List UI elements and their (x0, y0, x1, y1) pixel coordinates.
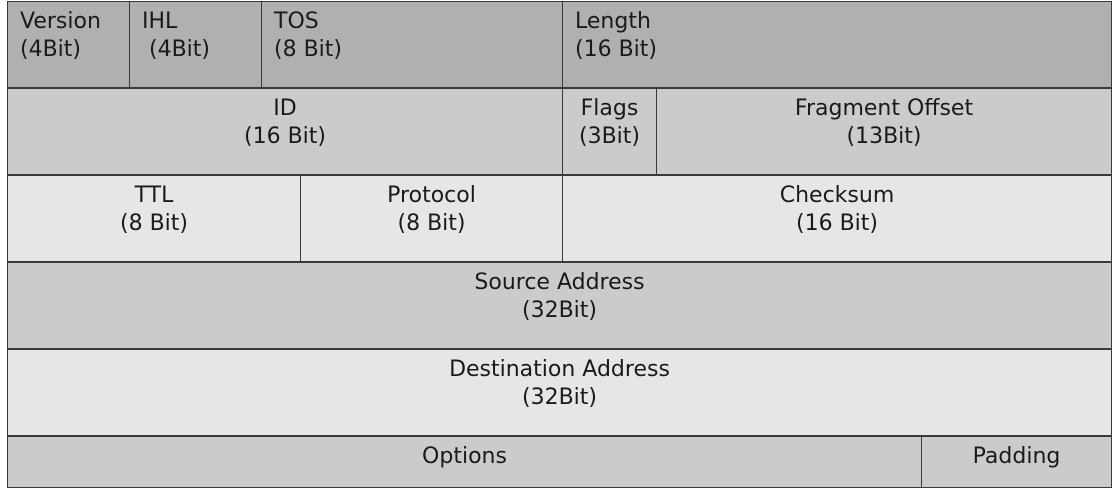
protocol-field: Protocol (8 Bit) (300, 175, 563, 262)
field-size: (32Bit) (522, 385, 597, 410)
options-field: Options (7, 436, 922, 488)
field-name: Destination Address (449, 357, 670, 382)
id-field: ID (16 Bit) (7, 88, 563, 175)
field-name: Fragment Offset (794, 96, 974, 121)
field-size: (4Bit) (20, 37, 81, 62)
checksum-field: Checksum (16 Bit) (562, 175, 1112, 262)
field-size: (16 Bit) (796, 211, 878, 236)
field-size: (16 Bit) (244, 124, 326, 149)
field-size: (13Bit) (846, 124, 922, 149)
field-size: (3Bit) (579, 124, 640, 149)
padding-field: Padding (921, 436, 1112, 488)
field-size: (8 Bit) (120, 211, 188, 236)
field-size: (4Bit) (142, 37, 210, 62)
ttl-field: TTL (8 Bit) (7, 175, 301, 262)
field-name: TOS (274, 9, 319, 34)
header-row-4: Source Address (32Bit) (7, 262, 1112, 350)
field-name: Protocol (387, 183, 476, 208)
fragment-offset-field: Fragment Offset (13Bit) (656, 88, 1112, 175)
header-row-3: TTL (8 Bit) Protocol (8 Bit) Checksum (1… (7, 175, 1112, 263)
header-row-2: ID (16 Bit) Flags (3Bit) Fragment Offset… (7, 88, 1112, 176)
ip-header-diagram: Version (4Bit) IHL (4Bit) TOS (8 Bit) Le… (7, 1, 1112, 489)
field-name: Flags (580, 96, 639, 121)
field-name: Version (20, 9, 101, 34)
source-address-field: Source Address (32Bit) (7, 262, 1112, 349)
field-name: Source Address (474, 270, 645, 295)
field-size: (8 Bit) (397, 211, 466, 236)
header-row-6: Options Padding (7, 436, 1112, 489)
tos-field: TOS (8 Bit) (261, 1, 563, 88)
header-row-5: Destination Address (32Bit) (7, 349, 1112, 437)
field-name: Checksum (779, 183, 895, 208)
field-name: TTL (134, 183, 174, 208)
length-field: Length (16 Bit) (562, 1, 1112, 88)
flags-field: Flags (3Bit) (562, 88, 657, 175)
field-size: (16 Bit) (575, 37, 657, 62)
field-name: IHL (142, 9, 178, 34)
field-name: Options (422, 444, 507, 469)
version-field: Version (4Bit) (7, 1, 130, 88)
field-name: ID (273, 96, 297, 121)
field-size: (8 Bit) (274, 37, 342, 62)
header-row-1: Version (4Bit) IHL (4Bit) TOS (8 Bit) Le… (7, 1, 1112, 89)
field-size: (32Bit) (522, 298, 597, 323)
field-name: Length (575, 9, 651, 34)
destination-address-field: Destination Address (32Bit) (7, 349, 1112, 436)
field-name: Padding (972, 444, 1061, 469)
ihl-field: IHL (4Bit) (129, 1, 262, 88)
